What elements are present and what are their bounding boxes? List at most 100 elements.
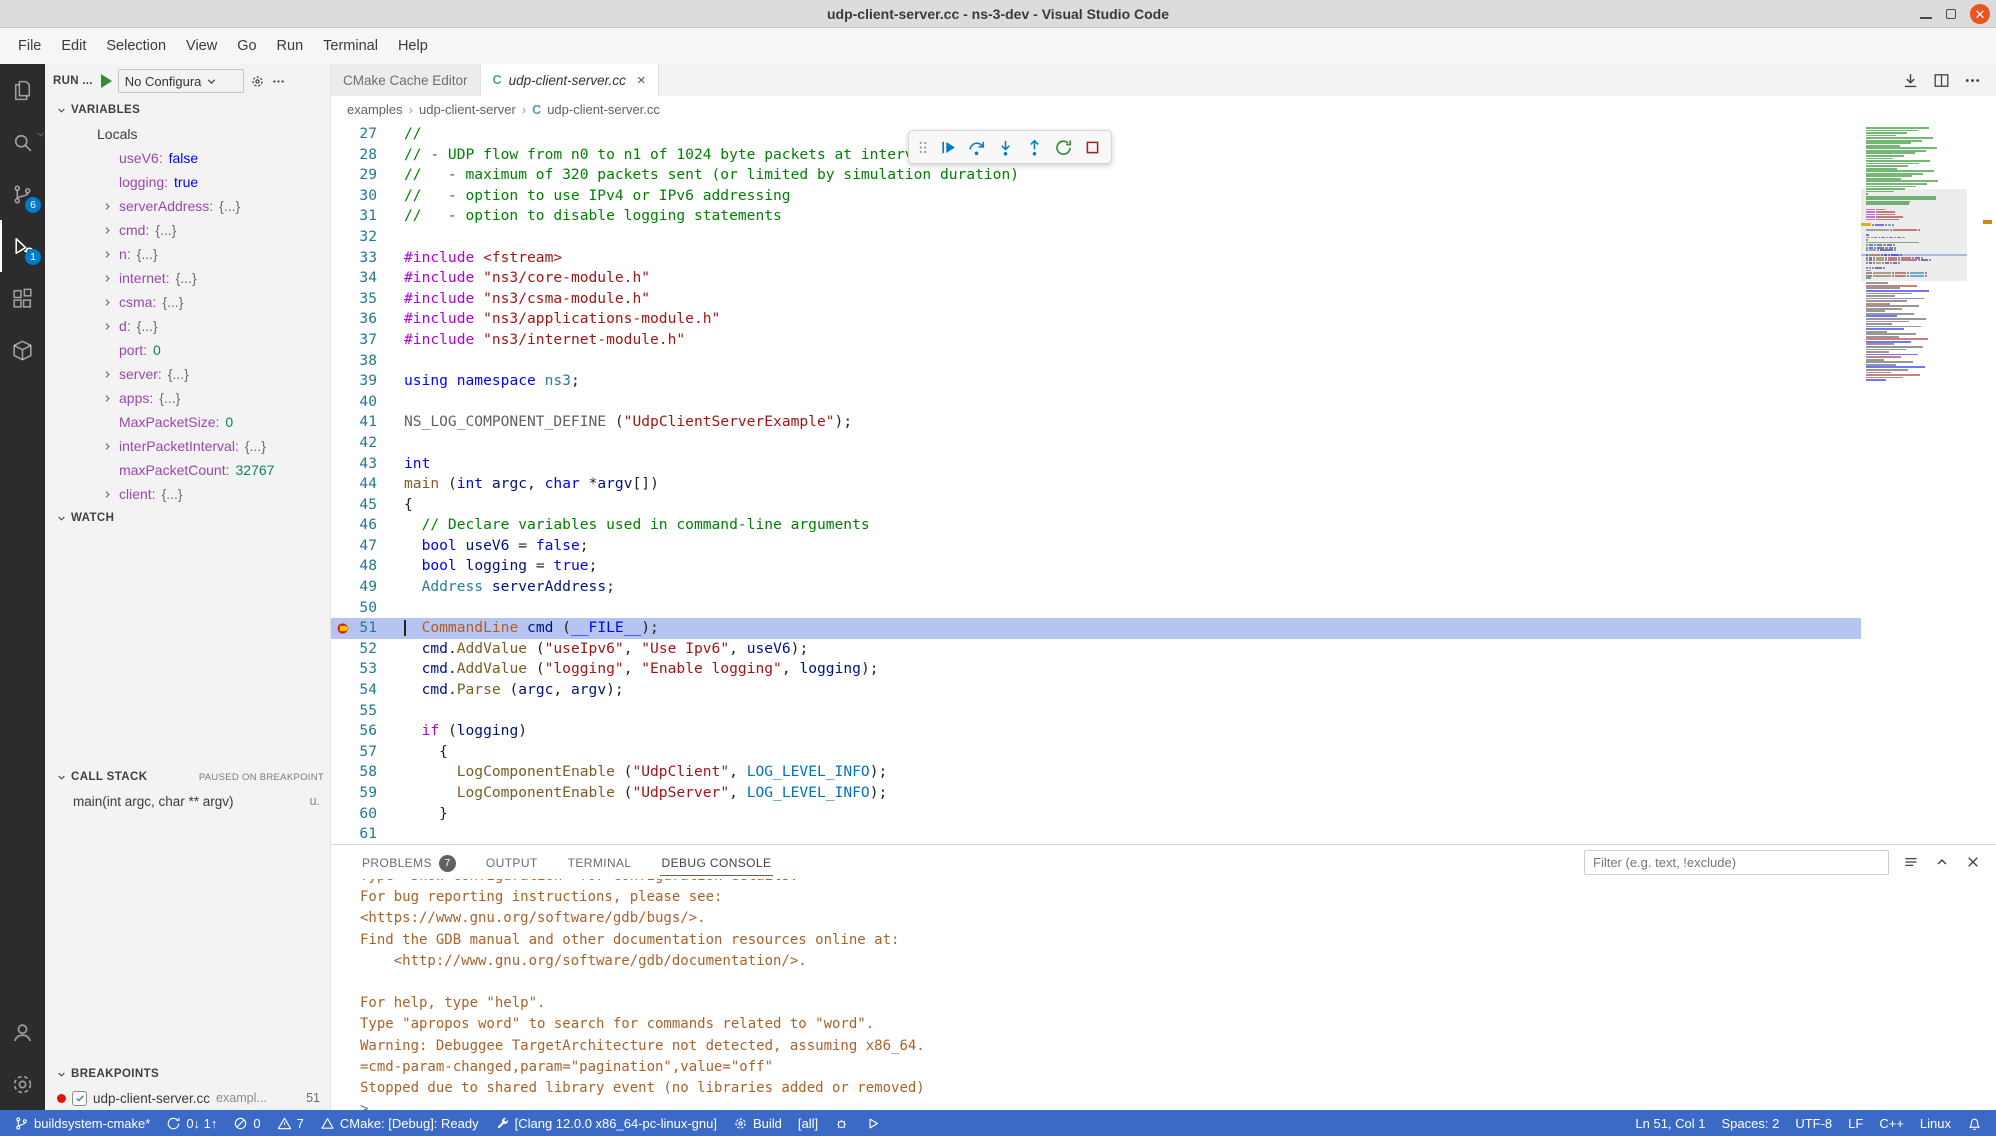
tab-udp-client-server-cc[interactable]: Cudp-client-server.cc× [481,64,659,96]
console-prompt[interactable]: > [360,1099,1996,1110]
line-number[interactable]: 61 [355,824,377,844]
line-number[interactable]: 45 [355,495,377,516]
activitybar-item-account[interactable] [0,1006,45,1058]
more-actions-icon[interactable] [271,74,286,89]
gutter-glyph[interactable] [331,165,355,186]
breakpoint-item[interactable]: udp-client-server.ccexampl...51 [45,1086,330,1110]
activitybar-item-extensions[interactable] [0,272,45,324]
line-number[interactable]: 47 [355,536,377,557]
panel-tab-output[interactable]: OUTPUT [484,849,540,875]
code-line[interactable]: 61 [331,824,1861,844]
code-line[interactable]: 35#include "ns3/csma-module.h" [331,289,1861,310]
line-number[interactable]: 31 [355,206,377,227]
line-number[interactable]: 39 [355,371,377,392]
code-line[interactable]: 59 LogComponentEnable ("UdpServer", LOG_… [331,783,1861,804]
line-number[interactable]: 37 [355,330,377,351]
variables-section-header[interactable]: VARIABLES [45,98,330,122]
line-number[interactable]: 51 [355,618,377,639]
variable-row[interactable]: apps:{...} [45,386,330,410]
start-debug-icon[interactable] [101,74,112,88]
minimap[interactable] [1861,123,1967,844]
gutter-glyph[interactable] [331,515,355,536]
code-line[interactable]: 32 [331,227,1861,248]
code-line[interactable]: 41NS_LOG_COMPONENT_DEFINE ("UdpClientSer… [331,412,1861,433]
code-line[interactable]: 60 } [331,804,1861,825]
line-number[interactable]: 33 [355,248,377,269]
gutter-glyph[interactable] [331,804,355,825]
variable-row[interactable]: server:{...} [45,362,330,386]
code-line[interactable]: 45{ [331,495,1861,516]
gutter-glyph[interactable] [331,392,355,413]
continue-button[interactable] [934,134,961,161]
console-filter-input[interactable] [1584,850,1889,875]
cmake-build-button[interactable]: Build [725,1110,790,1136]
line-number[interactable]: 30 [355,186,377,207]
line-number[interactable]: 55 [355,701,377,722]
output-options-icon[interactable] [1902,853,1920,871]
line-number[interactable]: 32 [355,227,377,248]
variable-row[interactable]: d:{...} [45,314,330,338]
close-button[interactable]: ✕ [1970,4,1990,24]
code-line[interactable]: 36#include "ns3/applications-module.h" [331,309,1861,330]
line-number[interactable]: 43 [355,454,377,475]
variable-row[interactable]: MaxPacketSize:0 [45,410,330,434]
code-line[interactable]: 48 bool logging = true; [331,556,1861,577]
code-scroll-area[interactable]: 27//28// - UDP flow from n0 to n1 of 102… [331,123,1861,844]
encoding-status[interactable]: UTF-8 [1787,1110,1840,1136]
tab-cmake-cache-editor[interactable]: CMake Cache Editor [331,64,481,96]
configure-gear-icon[interactable] [250,74,265,89]
code-line[interactable]: 58 LogComponentEnable ("UdpClient", LOG_… [331,762,1861,783]
panel-tab-terminal[interactable]: TERMINAL [566,849,634,875]
cmake-kit-status[interactable]: [Clang 12.0.0 x86_64-pc-linux-gnu] [487,1110,725,1136]
variable-row[interactable]: interPacketInterval:{...} [45,434,330,458]
menu-item-go[interactable]: Go [227,33,266,59]
line-number[interactable]: 60 [355,804,377,825]
gutter-glyph[interactable] [331,145,355,166]
line-number[interactable]: 44 [355,474,377,495]
line-number[interactable]: 50 [355,598,377,619]
gutter-glyph[interactable] [331,659,355,680]
code-line[interactable]: 52 cmd.AddValue ("useIpv6", "Use Ipv6", … [331,639,1861,660]
breadcrumb-item[interactable]: udp-client-server.cc [547,102,660,117]
code-line[interactable]: 53 cmd.AddValue ("logging", "Enable logg… [331,659,1861,680]
gutter-glyph[interactable] [331,268,355,289]
cmake-target-status[interactable]: [all] [790,1110,826,1136]
gutter-glyph[interactable] [331,412,355,433]
cmake-debug-button[interactable] [826,1110,857,1136]
git-sync-status[interactable]: 0↓ 1↑ [158,1110,225,1136]
panel-tab-debug-console[interactable]: DEBUG CONSOLE [660,849,774,876]
panel-tab-problems[interactable]: PROBLEMS7 [360,848,458,877]
breadcrumb-item[interactable]: examples [347,102,403,117]
menu-item-file[interactable]: File [8,33,51,59]
line-number[interactable]: 41 [355,412,377,433]
breakpoint-arrow-icon[interactable] [331,618,355,639]
line-number[interactable]: 58 [355,762,377,783]
warnings-status[interactable]: 7 [269,1110,312,1136]
line-number[interactable]: 52 [355,639,377,660]
code-line[interactable]: 37#include "ns3/internet-module.h" [331,330,1861,351]
line-number[interactable]: 46 [355,515,377,536]
variable-row[interactable]: cmd:{...} [45,218,330,242]
code-line[interactable]: 43int [331,454,1861,475]
line-number[interactable]: 29 [355,165,377,186]
code-line[interactable]: 39using namespace ns3; [331,371,1861,392]
line-number[interactable]: 53 [355,659,377,680]
code-line[interactable]: 57 { [331,742,1861,763]
activitybar-item-explorer[interactable] [0,64,45,116]
gutter-glyph[interactable] [331,330,355,351]
notifications-bell[interactable] [1959,1110,1990,1136]
line-number[interactable]: 48 [355,556,377,577]
step-over-button[interactable] [963,134,990,161]
code-line[interactable]: 38 [331,351,1861,372]
activitybar-item-run-and-debug[interactable]: 1 [0,220,45,272]
overview-ruler[interactable] [1967,123,1996,844]
variable-row[interactable]: port:0 [45,338,330,362]
code-line[interactable]: 47 bool useV6 = false; [331,536,1861,557]
menu-item-selection[interactable]: Selection [96,33,176,59]
stop-button[interactable] [1079,134,1106,161]
gutter-glyph[interactable] [331,351,355,372]
activitybar-item-package[interactable] [0,324,45,376]
maximize-button[interactable] [1946,9,1956,19]
line-number[interactable]: 34 [355,268,377,289]
watch-section-header[interactable]: WATCH [45,506,330,530]
